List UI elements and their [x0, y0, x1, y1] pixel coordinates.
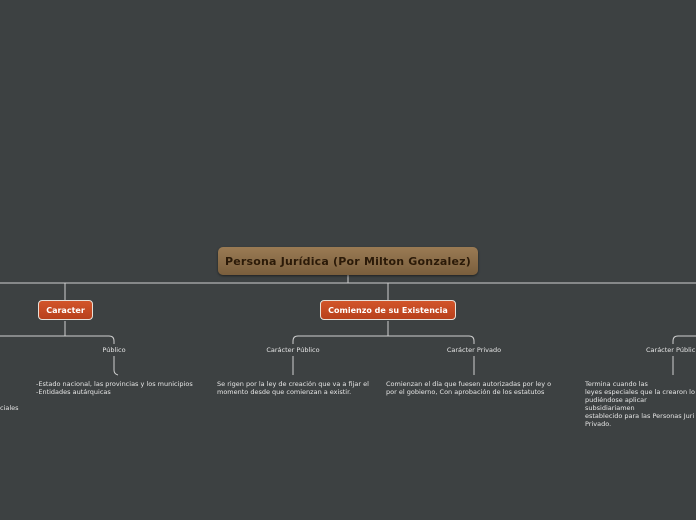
subtopic-comienzo-privado[interactable]: Carácter Privado — [439, 346, 509, 354]
subtopic-comienzo-publico[interactable]: Carácter Público — [258, 346, 328, 354]
branch-caracter-label: Caracter — [46, 305, 85, 315]
subtopic-caracter-publico[interactable]: Público — [94, 346, 134, 354]
subtopic-fin-publico[interactable]: Carácter Públic — [646, 346, 695, 354]
branch-node-comienzo[interactable]: Comienzo de su Existencia — [320, 300, 456, 320]
branch-node-caracter[interactable]: Caracter — [38, 300, 93, 320]
branch-comienzo-label: Comienzo de su Existencia — [328, 305, 448, 315]
note-left-fragment: ciales — [0, 404, 19, 412]
note-caracter-publico: -Estado nacional, las provincias y los m… — [36, 380, 193, 396]
root-topic-label: Persona Jurídica (Por Milton Gonzalez) — [224, 254, 472, 268]
root-topic-node[interactable]: Persona Jurídica (Por Milton Gonzalez) — [218, 247, 478, 275]
note-comienzo-privado: Comienzan el día que fuesen autorizadas … — [386, 380, 552, 396]
note-comienzo-publico: Se rigen por la ley de creación que va a… — [217, 380, 369, 396]
note-fin-publico: Termina cuando las leyes especiales que … — [585, 380, 695, 428]
